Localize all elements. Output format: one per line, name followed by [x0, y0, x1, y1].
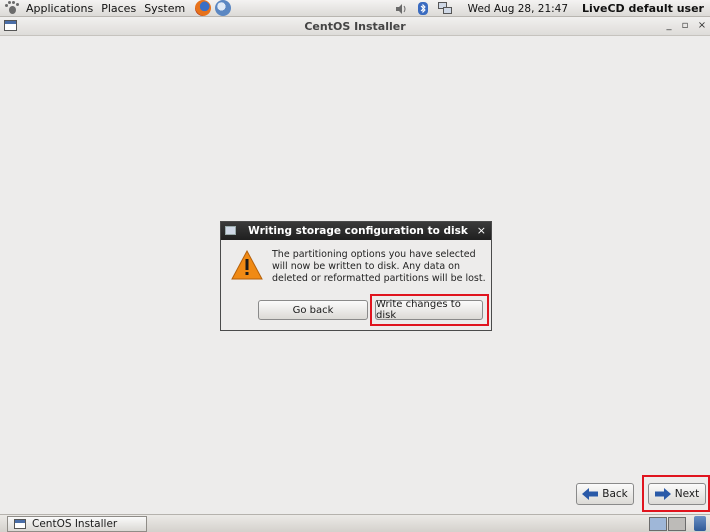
- menu-system[interactable]: System: [140, 0, 189, 17]
- top-panel: Applications Places System Wed Aug 28, 2…: [0, 0, 710, 17]
- thunderbird-launcher-icon[interactable]: [215, 0, 232, 16]
- back-button[interactable]: Back: [576, 483, 634, 505]
- taskbar-item-label: CentOS Installer: [32, 518, 118, 530]
- next-arrow-icon: [654, 488, 671, 500]
- menu-applications[interactable]: Applications: [22, 0, 97, 17]
- user-name[interactable]: LiveCD default user: [582, 2, 704, 15]
- bottom-panel: CentOS Installer: [0, 514, 710, 532]
- volume-icon[interactable]: [394, 2, 408, 16]
- warning-icon: [231, 249, 263, 280]
- maximize-button[interactable]: ▫: [679, 19, 691, 33]
- window-icon: [14, 519, 26, 529]
- back-button-label: Back: [602, 488, 628, 500]
- menu-places[interactable]: Places: [97, 0, 140, 17]
- window-title-bar[interactable]: CentOS Installer _ ▫ ×: [0, 17, 710, 36]
- bluetooth-icon[interactable]: [416, 2, 430, 16]
- next-button-label: Next: [674, 488, 700, 500]
- confirm-dialog: Writing storage configuration to disk × …: [220, 221, 492, 331]
- workspace-1[interactable]: [649, 517, 667, 531]
- taskbar-item-centos-installer[interactable]: CentOS Installer: [7, 516, 147, 532]
- write-changes-button[interactable]: Write changes to disk: [375, 299, 483, 321]
- workspace-2[interactable]: [668, 517, 686, 531]
- dialog-title: Writing storage configuration to disk: [248, 225, 468, 237]
- next-button[interactable]: Next: [648, 483, 706, 505]
- dialog-window-icon: [225, 226, 236, 235]
- go-back-button[interactable]: Go back: [258, 300, 368, 320]
- back-arrow-icon: [582, 488, 599, 500]
- close-button[interactable]: ×: [696, 19, 708, 33]
- clock[interactable]: Wed Aug 28, 21:47: [468, 3, 568, 15]
- dialog-close-button[interactable]: ×: [477, 224, 486, 237]
- network-icon[interactable]: [437, 2, 452, 16]
- window-title: CentOS Installer: [304, 20, 406, 33]
- firefox-launcher-icon[interactable]: [195, 0, 212, 16]
- trash-icon[interactable]: [694, 516, 706, 531]
- gnome-foot-icon: [4, 1, 19, 15]
- minimize-button[interactable]: _: [663, 19, 675, 33]
- dialog-message: The partitioning options you have select…: [272, 249, 486, 284]
- dialog-title-bar[interactable]: Writing storage configuration to disk ×: [221, 222, 491, 240]
